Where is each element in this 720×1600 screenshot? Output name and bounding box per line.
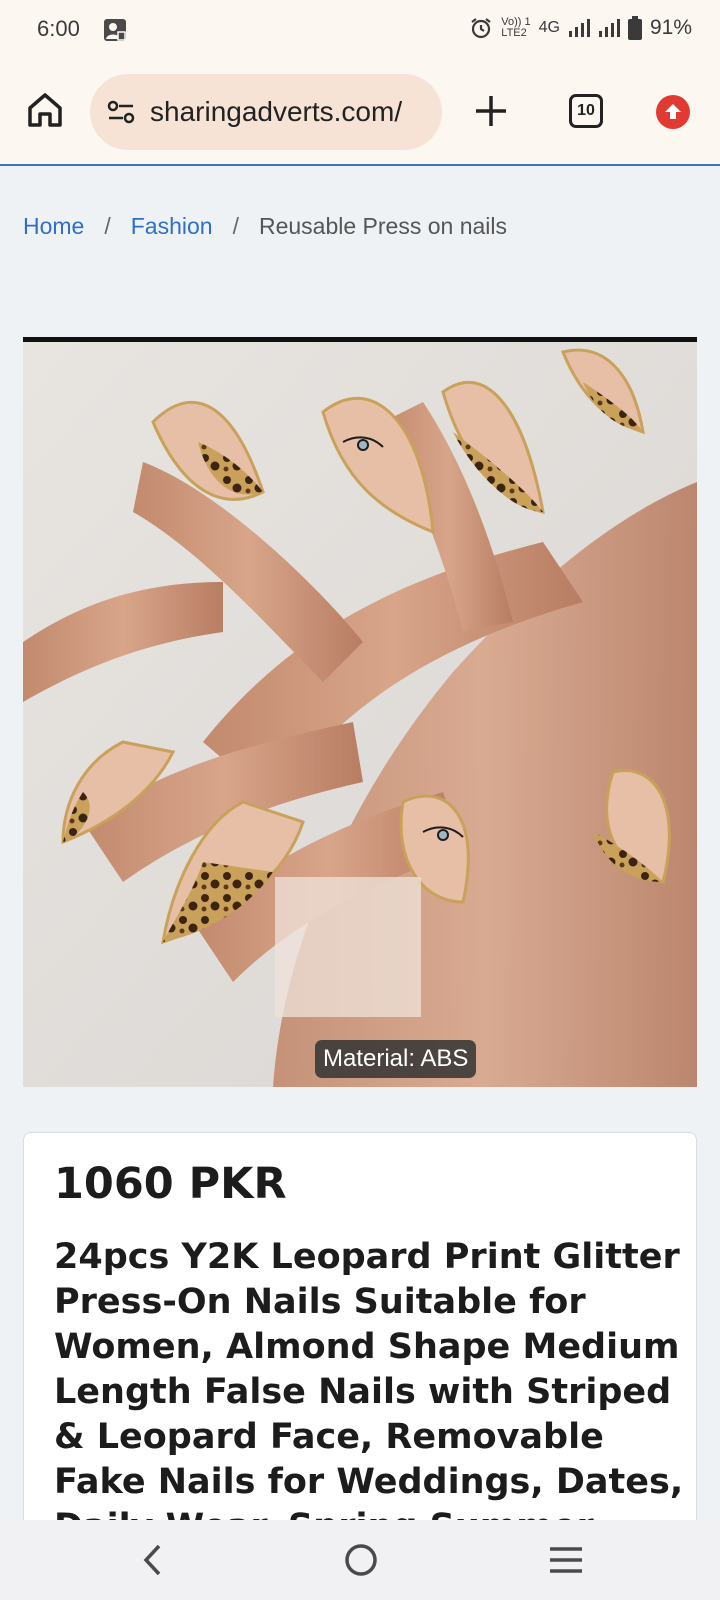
recents-button[interactable] [546,1540,586,1580]
product-title: 24pcs Y2K Leopard Print Glitter Press-On… [54,1237,684,1547]
status-bar: 6:00 Vo)) 1 LTE2 4G 91% [0,0,720,62]
breadcrumb-fashion[interactable]: Fashion [131,213,213,240]
product-image[interactable] [23,337,697,1087]
update-arrow-icon [665,104,681,119]
battery-icon [627,16,642,40]
volte-indicator: Vo)) 1 LTE2 [501,16,531,39]
home-icon[interactable] [25,90,65,130]
product-card: 1060 PKR 24pcs Y2K Leopard Print Glitter… [23,1132,697,1552]
browser-toolbar: sharingadverts.com/ 10 [0,62,720,166]
home-nav-button[interactable] [341,1540,381,1580]
tab-switcher-button[interactable]: 10 [569,94,603,128]
breadcrumb-current: Reusable Press on nails [258,213,507,239]
system-nav-bar [0,1520,720,1600]
site-settings-icon[interactable] [106,97,136,127]
product-price: 1060 PKR [54,1159,287,1209]
breadcrumb-home[interactable]: Home [23,213,84,240]
status-indicators: Vo)) 1 LTE2 4G 91% [469,16,692,40]
contact-card-icon [104,19,126,41]
breadcrumb-separator: / [232,213,239,239]
signal-icon-1 [568,19,590,37]
battery-percentage: 91% [649,16,692,39]
status-time: 6:00 [37,16,80,41]
back-button[interactable] [133,1540,173,1580]
signal-icon-2 [598,19,620,37]
breadcrumb: Home / Fashion / Reusable Press on nails [23,213,507,240]
url-text: sharingadverts.com/ [150,96,403,127]
plus-icon[interactable] [470,90,512,132]
alarm-icon [471,18,491,39]
network-type: 4G [538,19,560,36]
update-button[interactable] [656,95,690,129]
back-chevron-icon [143,1544,161,1576]
nails-photo [23,342,697,1087]
tab-count: 10 [577,102,595,119]
address-bar[interactable]: sharingadverts.com/ [90,74,442,150]
recents-menu-icon [550,1547,582,1573]
home-circle-icon [345,1544,377,1576]
image-caption: Material: ABS [315,1040,477,1078]
breadcrumb-separator: / [104,213,111,239]
